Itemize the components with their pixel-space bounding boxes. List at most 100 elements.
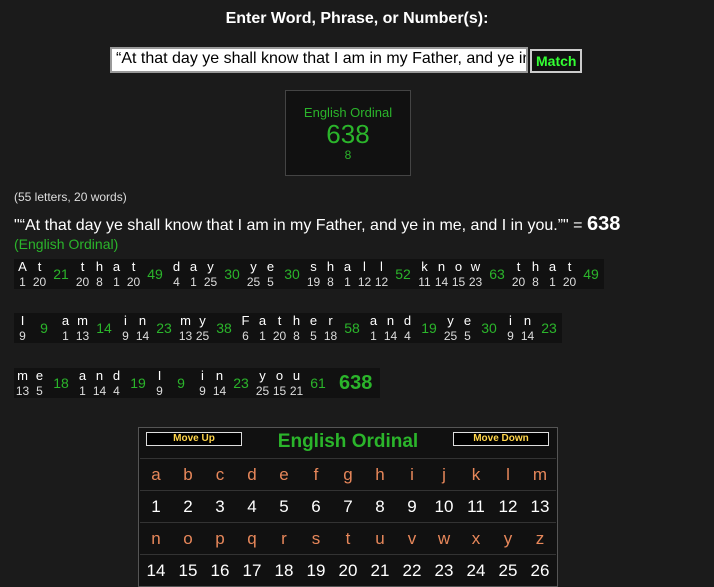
letter-char: A [18, 259, 27, 274]
letter-value: 5 [310, 329, 317, 343]
letter-value: 12 [374, 275, 389, 289]
alphabet-letter: t [332, 522, 364, 554]
letter-value: 1 [79, 384, 86, 398]
grand-total: 638 [339, 371, 373, 394]
breakdown-letter: n 14 [211, 368, 228, 398]
phrase-text: "“At that day ye shall know that I am in… [14, 217, 587, 234]
word-sum: 9 [40, 320, 48, 336]
breakdown-letter: n 14 [382, 313, 399, 343]
breakdown-word: i 9 n 14 23 [194, 368, 254, 398]
cipher-grid: a b c d e f g h i j k l m 1 2 3 4 5 6 7 8 9 10 11 12 13 n o p q r s t u v w… [140, 458, 557, 586]
letter-char: I [20, 313, 25, 328]
letter-char: t [277, 313, 282, 328]
letter-char: y [447, 313, 454, 328]
cipher-table: Move Up English Ordinal Move Down abcdef… [138, 427, 558, 587]
letter-value: 14 [135, 329, 150, 343]
alphabet-value: 25 [492, 554, 524, 586]
breakdown-row: m 13 e 5 18 a 1 n 14 d 4 19 I 9 9 i 9 n 14 23 y 25 o 15 u 21 61 638 [14, 368, 381, 398]
breakdown-letter: a1 [544, 259, 561, 289]
breakdown-letter: n 14 [433, 259, 450, 289]
word-sum: 49 [147, 266, 163, 282]
breakdown-letter: o 15 [450, 259, 467, 289]
breakdown-word: i 9 n 14 23 [117, 313, 177, 343]
letter-value: 20 [511, 275, 526, 289]
breakdown-letter: w 23 [467, 259, 484, 289]
breakdown-letter: t 20 [271, 313, 288, 343]
letter-value: 1 [19, 275, 26, 289]
alphabet-value: 14 [140, 554, 172, 586]
word-sum: 21 [53, 266, 69, 282]
breakdown-word: I99 [151, 368, 194, 398]
letter-char: m [180, 313, 191, 328]
breakdown-word: a 1 m 13 14 [57, 313, 117, 343]
letter-char: I [157, 368, 162, 383]
breakdown-letter: d4 [168, 259, 185, 289]
letter-value: 8 [293, 329, 300, 343]
breakdown-letter: r 18 [322, 313, 339, 343]
letter-value: 20 [75, 275, 90, 289]
letter-value: 9 [19, 329, 26, 343]
letter-value: 25 [246, 275, 261, 289]
letter-value: 14 [520, 329, 535, 343]
letter-char: i [124, 313, 127, 328]
letter-value: 15 [272, 384, 287, 398]
phrase-total: 638 [586, 213, 621, 235]
letter-value: 14 [212, 384, 227, 398]
breakdown-letter: y 25 [245, 259, 262, 289]
letter-value: 25 [203, 275, 218, 289]
letter-value: 12 [357, 275, 372, 289]
letter-value: 4 [404, 329, 411, 343]
breakdown-letter: d4 [399, 313, 416, 343]
alphabet-value: 15 [172, 554, 204, 586]
breakdown-letter: a1 [74, 368, 91, 398]
word-sum: 23 [541, 320, 557, 336]
alphabet-letter: w [428, 522, 460, 554]
breakdown-word: s 19 h 8 a 1 l 12 l 12 52 [305, 259, 416, 289]
letter-char: r [328, 313, 333, 328]
breakdown-letter: d4 [108, 368, 125, 398]
alphabet-value: 11 [460, 490, 492, 522]
alphabet-value: 20 [332, 554, 364, 586]
letter-char: t [567, 259, 572, 274]
breakdown-letter: a1 [108, 259, 125, 289]
breakdown-letter: u 21 [288, 368, 305, 398]
match-button[interactable]: Match [530, 49, 583, 73]
letter-value: 23 [468, 275, 483, 289]
breakdown-word: m 13 e 5 18 [14, 368, 74, 398]
letter-char: h [326, 259, 335, 274]
alphabet-value: 10 [428, 490, 460, 522]
phrase-input[interactable]: “At that day ye shall know that I am in … [110, 47, 528, 73]
letter-char: d [112, 368, 121, 383]
letter-char: m [17, 368, 28, 383]
letter-value: 4 [173, 275, 180, 289]
letter-char: e [463, 313, 472, 328]
alphabet-letter: e [268, 458, 300, 490]
letter-value: 13 [178, 329, 193, 343]
letter-value: 20 [32, 275, 47, 289]
word-sum: 30 [284, 266, 300, 282]
letter-char: a [78, 368, 87, 383]
cipher-result-box: English Ordinal 638 8 [285, 90, 411, 176]
breakdown-word: k 11 n 14 o 15 w 23 63 [416, 259, 510, 289]
word-sum: 19 [130, 375, 146, 391]
alphabet-value: 23 [428, 554, 460, 586]
alphabet-letter: n [140, 522, 172, 554]
letter-char: t [516, 259, 521, 274]
word-sum: 30 [481, 320, 497, 336]
alphabet-value: 4 [236, 490, 268, 522]
cipher-label: (English Ordinal) [14, 236, 119, 252]
letter-value: 6 [242, 329, 249, 343]
letter-value: 20 [126, 275, 141, 289]
letter-char: n [437, 259, 446, 274]
breakdown-word: t 20 h 8 a 1 t 20 49 [510, 259, 604, 289]
move-down-button[interactable]: Move Down [453, 432, 549, 446]
letter-value: 8 [532, 275, 539, 289]
letter-value: 25 [195, 329, 210, 343]
letter-char: a [343, 259, 352, 274]
alphabet-value: 21 [364, 554, 396, 586]
breakdown-letter: e5 [305, 313, 322, 343]
breakdown-letter: e5 [262, 259, 279, 289]
alphabet-letter: o [172, 522, 204, 554]
letter-char: d [403, 313, 412, 328]
breakdown-letter: h8 [288, 313, 305, 343]
